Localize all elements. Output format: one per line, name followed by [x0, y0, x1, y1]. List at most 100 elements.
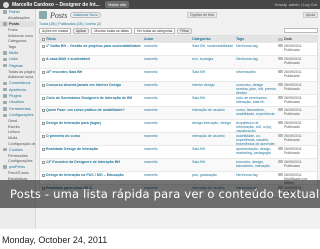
post-tags[interactable]: ciclo de seminarios, interação, sala bh: [236, 96, 276, 107]
post-title-link[interactable]: Quem Faze: um curso prático de usabilida…: [46, 108, 144, 112]
search-input[interactable]: [284, 28, 318, 33]
post-title-link[interactable]: Concurso deseria jamais em Interior Desi…: [46, 83, 144, 87]
dates-select[interactable]: Mostrar todas as datas: [91, 27, 132, 34]
post-tags[interactable]: Nenhuma tag: [236, 57, 276, 68]
row-checkbox[interactable]: [41, 83, 45, 87]
post-categories[interactable]: Sala BH: [192, 70, 236, 74]
post-title-link[interactable]: A casa MAX é sustentável: [46, 57, 144, 61]
row-checkbox[interactable]: [41, 135, 45, 139]
post-comments-cell[interactable]: [276, 172, 284, 176]
visit-site-button[interactable]: Visitar site: [104, 1, 130, 8]
apply-button[interactable]: Aplicar: [73, 27, 90, 34]
select-all-checkbox[interactable]: [41, 38, 45, 41]
post-author-link[interactable]: marcello: [144, 96, 192, 100]
post-author-link[interactable]: marcello: [144, 70, 192, 74]
row-checkbox[interactable]: [41, 96, 45, 100]
post-comments-cell[interactable]: [276, 82, 284, 86]
table-row: Quem Faze: um curso prático de usabilida…: [40, 106, 317, 120]
post-tags[interactable]: encontro, design, laboratório, interação: [236, 160, 276, 171]
post-comments-cell[interactable]: [276, 147, 284, 151]
post-author-link[interactable]: marcello: [144, 173, 192, 177]
post-comments-cell[interactable]: [276, 108, 284, 112]
sidebar-item-label: Todas as páginas: [8, 69, 35, 74]
row-checkbox[interactable]: [41, 45, 45, 48]
post-tags[interactable]: Nenhuma tag: [236, 44, 276, 55]
row-checkbox[interactable]: [41, 122, 45, 126]
post-categories[interactable]: interação de usuário: [192, 134, 236, 138]
post-tags[interactable]: apresentação, design, marketing, pedagog…: [236, 147, 276, 158]
comment-count-icon[interactable]: [277, 82, 283, 86]
bulk-actions-select[interactable]: Ações em massa: [39, 27, 72, 34]
sidebar-item-label: Tags: [8, 44, 17, 49]
post-comments-cell[interactable]: [276, 44, 284, 47]
post-categories[interactable]: pós, graduação: [192, 173, 236, 177]
screen-options-button[interactable]: Opções de tela: [187, 12, 217, 18]
post-author-link[interactable]: marcello: [144, 83, 192, 87]
comment-count-icon[interactable]: [277, 121, 283, 125]
help-button[interactable]: Ajuda: [303, 12, 318, 18]
sidebar-item-label: Comentários: [9, 81, 31, 86]
post-tags[interactable]: usabilidade, ux, experiência, usuário, e…: [236, 134, 276, 145]
comment-count-icon[interactable]: [277, 147, 283, 151]
post-categories[interactable]: interior design: [192, 83, 236, 87]
post-tags[interactable]: curso, laboratório, usabilidade, experiê…: [236, 108, 276, 119]
comment-count-icon[interactable]: [277, 172, 283, 176]
post-categories[interactable]: design interação, design: [192, 121, 236, 125]
post-comments-cell[interactable]: [276, 69, 284, 73]
column-comments[interactable]: [276, 37, 284, 41]
site-title[interactable]: Marcello Cardoso – Designer de Int...: [12, 2, 100, 8]
post-comments-cell[interactable]: [276, 121, 284, 125]
post-author-link[interactable]: marcello: [144, 44, 192, 48]
post-title-link[interactable]: 14º Encontro da Designers de Interação B…: [46, 160, 144, 164]
post-author-link[interactable]: marcello: [144, 134, 192, 138]
wordpress-logo-icon[interactable]: [3, 1, 9, 8]
post-categories[interactable]: eco, ecologia: [192, 57, 236, 61]
post-title-link[interactable]: 1º Salão BH – Gestão de projetos para su…: [46, 44, 144, 48]
post-categories[interactable]: Sala BH, sustentabilidade: [192, 44, 236, 48]
row-checkbox[interactable]: [41, 161, 45, 165]
post-title-link[interactable]: Realidade Design de Interação: [46, 147, 144, 151]
row-checkbox[interactable]: [41, 148, 45, 152]
post-author-link[interactable]: marcello: [144, 108, 192, 112]
post-comments-cell[interactable]: [276, 56, 284, 60]
post-author-link[interactable]: marcello: [144, 121, 192, 125]
comment-count-icon[interactable]: [277, 95, 283, 99]
comment-count-icon[interactable]: [277, 56, 283, 60]
post-author-link[interactable]: marcello: [144, 57, 192, 61]
post-categories[interactable]: Sala BH: [192, 160, 236, 164]
post-comments-cell[interactable]: [276, 95, 284, 99]
post-comments-cell[interactable]: [276, 134, 284, 138]
user-menu[interactable]: Howdy, admin | Log Out: [274, 2, 317, 7]
categories-select[interactable]: Ver todas as categorias: [133, 27, 176, 34]
row-checkbox[interactable]: [41, 70, 45, 74]
post-title-link[interactable]: Design de Interação para (lugar): [46, 121, 144, 125]
post-author-link[interactable]: marcello: [144, 147, 192, 151]
comment-count-icon[interactable]: [277, 134, 283, 138]
post-tags[interactable]: Informações: [236, 70, 276, 81]
table-row: 1º Salão BH – Gestão de projetos para su…: [40, 42, 317, 55]
comment-count-icon[interactable]: [277, 44, 283, 47]
comment-count-icon[interactable]: [277, 160, 283, 164]
row-checkbox[interactable]: [41, 57, 45, 61]
row-checkbox[interactable]: [41, 109, 45, 113]
post-categories[interactable]: interação de usuário: [192, 108, 236, 112]
post-categories[interactable]: Sala BH: [192, 147, 236, 151]
sidebar-item-label: Leitura: [8, 130, 20, 135]
post-categories[interactable]: Sala BH: [192, 96, 236, 100]
post-title-link[interactable]: Design de Interação na PUC / MG – Educaç…: [46, 173, 144, 177]
post-title-link[interactable]: O primeiro do curso: [46, 134, 144, 138]
post-title-link[interactable]: Ciclo de Seminários Designers de Interaç…: [46, 96, 144, 100]
post-tags[interactable]: Arquitetura de informação, IxD, ux(s), v…: [236, 121, 276, 132]
posts-icon: [39, 11, 47, 19]
row-checkbox[interactable]: [41, 173, 45, 177]
post-tags[interactable]: concurso, design semina, jazz, luft, pre…: [236, 83, 276, 94]
post-title-link[interactable]: 10ª encontro Sala BH: [46, 70, 144, 74]
comment-count-icon[interactable]: [277, 69, 283, 73]
filter-button[interactable]: Filtrar: [177, 27, 192, 34]
column-date[interactable]: Data: [284, 37, 311, 41]
post-author-link[interactable]: marcello: [144, 160, 192, 164]
comment-count-icon[interactable]: [277, 108, 283, 112]
column-title[interactable]: Título: [46, 37, 144, 41]
add-new-button[interactable]: Adicionar Novo: [70, 12, 101, 18]
post-comments-cell[interactable]: [276, 160, 284, 164]
